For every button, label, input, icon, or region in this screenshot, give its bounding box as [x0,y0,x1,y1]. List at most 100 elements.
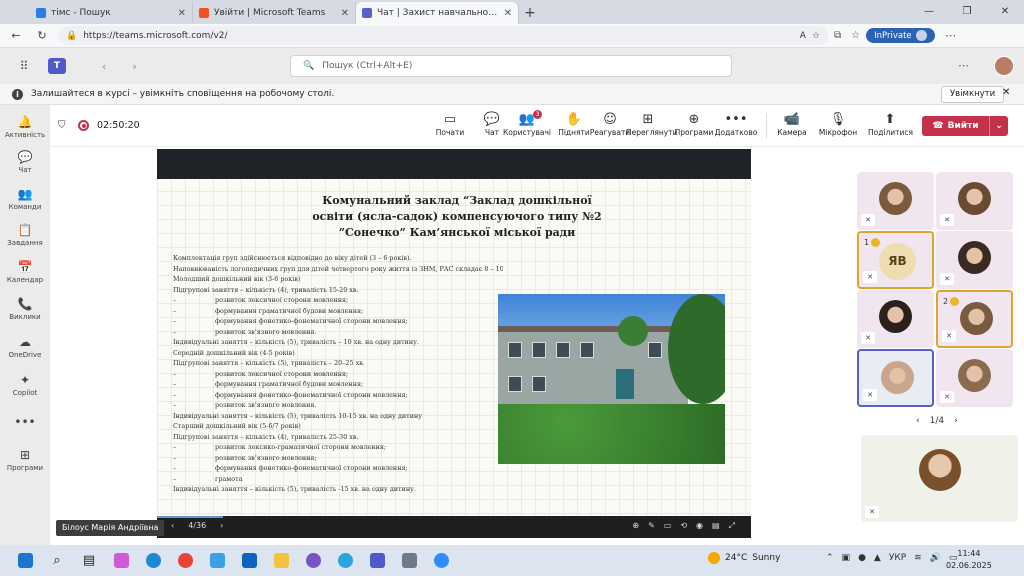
toolbar-button[interactable]: 👥 3 Користувачі [502,110,552,137]
read-aloud-icon[interactable]: A [800,31,806,41]
browser-tab[interactable]: тімс - Пошук ✕ [30,2,193,24]
rail-item[interactable]: 🔔 Активність [0,115,50,139]
rail-item[interactable]: ✦ Copilot [0,373,50,397]
zoom-icon[interactable]: ⊕ [632,521,639,531]
participant-tile[interactable]: ✕ [936,231,1013,289]
collections-icon[interactable]: ⧉ [834,30,841,41]
app-icon[interactable] [394,549,424,573]
participant-tile[interactable]: ✕ [857,172,934,230]
leave-button[interactable]: ☎ Вийти ⌄ [922,116,1008,136]
volume-icon[interactable]: 🔊 [930,553,941,563]
rail-item[interactable]: 👥 Команди [0,187,50,211]
teams-app-icon[interactable] [362,549,392,573]
toolbar-button[interactable]: 📹 Камера [770,111,814,137]
maximize-icon[interactable]: ❐ [948,0,986,24]
enable-notifications-button[interactable]: Увімкнути [941,86,1005,103]
tray-chevron-icon[interactable]: ⌃ [826,553,834,563]
toolbar-button-label: Підняти [558,128,590,137]
close-window-icon[interactable]: ✕ [986,0,1024,24]
weather-widget[interactable]: 24°C Sunny [708,552,780,564]
rail-item[interactable]: ☁ OneDrive [0,335,50,359]
sync-icon[interactable]: ⟲ [680,521,687,531]
search-icon[interactable]: ⌕ [42,549,72,573]
rail-item[interactable]: 📞 Виклики [0,297,50,321]
browser-tab[interactable]: Увійти | Microsoft Teams ✕ [193,2,356,24]
rail-item[interactable]: 📅 Календар [0,260,50,284]
list-dash: – [173,453,177,462]
layout-icon[interactable]: ▤ [712,521,720,531]
participant-tile[interactable]: ✕ [936,172,1013,230]
chevron-down-icon[interactable]: ⌄ [990,121,1008,131]
toolbar-button[interactable]: ⬆ Поділитися [868,111,913,137]
rail-item[interactable]: ••• [0,415,50,431]
close-tab-icon[interactable]: ✕ [504,8,512,19]
subtitles-icon[interactable]: ▭ [664,521,672,531]
fullscreen-icon[interactable]: ⤢ [729,521,735,531]
toolbar-button[interactable]: ⊞ Переглянути [626,111,677,137]
close-icon[interactable]: ✕ [1002,87,1010,98]
toolbar-button[interactable]: 🎙 Мікрофон [816,111,860,137]
edge-icon[interactable] [138,549,168,573]
tray-app-icon[interactable]: ▲ [874,553,881,563]
participant-gallery: ‹ 1/4 › ✕ ✕ ✕ ЯВ 1 ✕ ✕ ✕ 2 ✕ ✕ ✕ [854,147,1024,545]
inprivate-badge[interactable]: InPrivate [866,28,935,43]
back-icon[interactable]: ← [6,29,26,42]
minimize-icon[interactable]: — [910,0,948,24]
close-tab-icon[interactable]: ✕ [341,8,349,19]
task-view-icon[interactable]: ▤ [74,549,104,573]
avatar[interactable] [994,56,1014,76]
rail-item[interactable]: ⊞ Програми [0,448,50,472]
store-icon[interactable] [202,549,232,573]
slide-line-text: розвиток зв’язного мовлення; [215,453,317,462]
pen-icon[interactable]: ✎ [648,521,655,531]
camera-icon: 📹 [783,112,801,127]
participant-tile[interactable]: ЯВ 1 ✕ [857,231,934,289]
favorite-icon[interactable]: ☆ [812,31,820,41]
next-page-icon[interactable]: › [954,416,958,426]
prev-page-icon[interactable]: ‹ [916,416,920,426]
next-slide-icon[interactable]: › [220,521,223,530]
rail-item[interactable]: 💬 Чат [0,150,50,174]
participant-tile[interactable]: ✕ [857,349,934,407]
wifi-icon[interactable]: ≋ [914,553,922,563]
clock[interactable]: 11:44 02.06.2025 [946,548,992,572]
participant-tile[interactable]: ✕ [936,349,1013,407]
back-arrow-icon[interactable]: ‹ [102,60,106,73]
toolbar-button[interactable]: ⊕ Програми [672,111,716,137]
windows-start-icon[interactable] [10,549,40,573]
toolbar-button[interactable]: ••• Додатково [714,111,758,137]
new-tab-button[interactable]: + [519,2,541,24]
tray-app-icon[interactable]: ● [858,553,866,563]
favorites-bar-icon[interactable]: ☆ [851,30,860,41]
leave-main[interactable]: ☎ Вийти [922,116,990,136]
broadcast-icon[interactable]: ◉ [696,521,703,531]
chrome-icon[interactable] [170,549,200,573]
outlook-icon[interactable] [234,549,264,573]
zoom-app-icon[interactable] [426,549,456,573]
explorer-icon[interactable] [266,549,296,573]
forward-arrow-icon[interactable]: › [132,60,136,73]
rail-item[interactable]: 📋 Завдання [0,223,50,247]
prev-slide-icon[interactable]: ‹ [171,521,174,530]
presenter-tile[interactable]: ✕ [861,435,1018,522]
participant-video [879,182,912,215]
phone-hangup-icon: ☎ [932,121,944,131]
lang-indicator[interactable]: УКР [889,553,906,563]
tray-app-icon[interactable]: ▣ [842,553,851,563]
widgets-icon[interactable] [106,549,136,573]
shield-icon[interactable]: ⛉ [58,120,66,131]
toolbar-button[interactable]: ▭ Почати [428,111,472,137]
browser-tab[interactable]: Чат | Захист навчальної пра ✕ [356,2,519,24]
reload-icon[interactable]: ↻ [32,29,52,42]
url-field[interactable]: 🔒 https://teams.microsoft.com/v2/ A ☆ [58,26,828,45]
cloud-icon: ☁ [19,335,31,349]
participant-tile[interactable]: ✕ [857,290,934,348]
search-input[interactable]: 🔍 Пошук (Ctrl+Alt+E) [290,55,732,77]
close-tab-icon[interactable]: ✕ [178,8,186,19]
app-launcher-icon[interactable]: ⠿ [0,59,48,73]
participant-tile[interactable]: 2 ✕ [936,290,1013,348]
settings-more-icon[interactable]: ⋯ [958,59,969,72]
viber-icon[interactable] [298,549,328,573]
telegram-icon[interactable] [330,549,360,573]
browser-menu-icon[interactable]: ⋯ [941,29,961,42]
